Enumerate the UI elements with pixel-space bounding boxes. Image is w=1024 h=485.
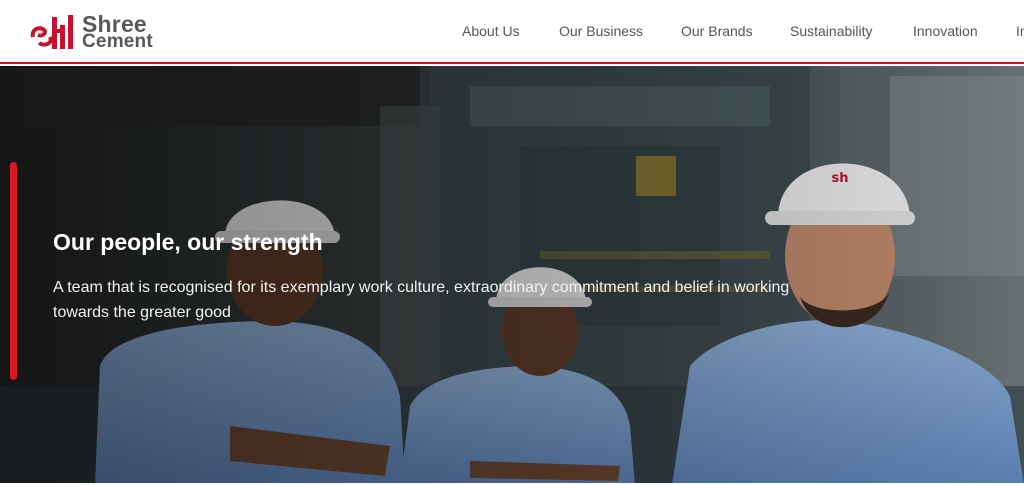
nav-sustainability[interactable]: Sustainability — [790, 23, 873, 39]
hero-subtitle: A team that is recognised for its exempl… — [53, 279, 790, 321]
main-nav: About Us Our Business Our Brands Sustain… — [0, 0, 1024, 64]
nav-our-business[interactable]: Our Business — [559, 23, 643, 39]
hero-title: Our people, our strength — [53, 229, 323, 255]
nav-our-brands[interactable]: Our Brands — [681, 23, 753, 39]
nav-about-us[interactable]: About Us — [462, 23, 520, 39]
site-header: Shree Cement About Us Our Business Our B… — [0, 0, 1024, 64]
nav-innovation[interactable]: Innovation — [913, 23, 978, 39]
nav-investors-truncated[interactable]: In — [1016, 23, 1024, 39]
hero-accent-bar — [10, 162, 17, 380]
hero-banner: sh Our people, our strength A team that … — [0, 66, 1024, 485]
